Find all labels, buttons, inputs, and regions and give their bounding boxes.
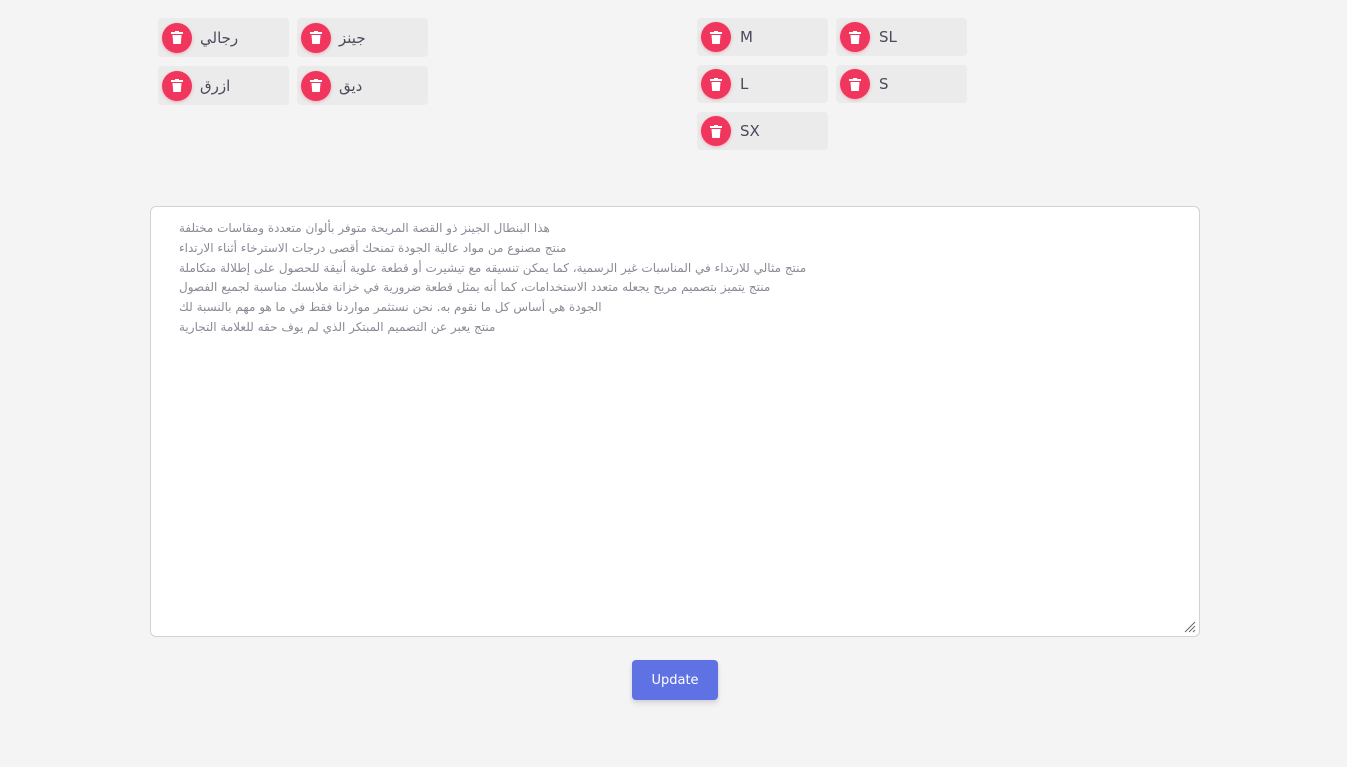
delete-tag-button[interactable] [162, 22, 192, 53]
tag-chip: ازرق [158, 66, 289, 105]
tag-label: L [740, 75, 749, 93]
product-edit-page: رجالي جينز ازرق ديق M SL L S SX هذا البن… [0, 0, 1347, 767]
tag-label: جينز [339, 28, 366, 47]
size-tags-grid: M SL L S SX [697, 18, 969, 150]
size-tags-group: M SL L S SX [697, 18, 969, 150]
tag-chip: S [836, 65, 967, 103]
tag-label: S [879, 75, 889, 93]
description-text[interactable]: هذا البنطال الجينز ذو القصة المريحة متوف… [179, 219, 1169, 338]
tag-chip: L [697, 65, 828, 103]
tag-chip: رجالي [158, 18, 289, 57]
resize-handle-icon[interactable] [1184, 621, 1196, 633]
delete-tag-button[interactable] [701, 69, 731, 99]
tag-label: SL [879, 28, 897, 46]
category-tags-grid: رجالي جينز ازرق ديق [158, 18, 430, 105]
delete-tag-button[interactable] [701, 116, 731, 146]
delete-tag-button[interactable] [840, 22, 870, 52]
tag-chip: جينز [297, 18, 428, 57]
update-button[interactable]: Update [632, 660, 718, 700]
tag-chip: SX [697, 112, 828, 150]
trash-icon [849, 30, 861, 44]
trash-icon [171, 31, 183, 44]
tag-label: M [740, 28, 753, 46]
trash-icon [171, 79, 183, 92]
delete-tag-button[interactable] [840, 69, 870, 99]
tag-label: رجالي [200, 28, 239, 47]
delete-tag-button[interactable] [301, 22, 331, 53]
delete-tag-button[interactable] [162, 70, 192, 101]
description-textarea[interactable]: هذا البنطال الجينز ذو القصة المريحة متوف… [150, 206, 1200, 637]
tag-chip: SL [836, 18, 967, 56]
tag-label: SX [740, 122, 760, 140]
trash-icon [710, 77, 722, 91]
trash-icon [849, 77, 861, 91]
category-tags-group: رجالي جينز ازرق ديق [158, 18, 430, 105]
trash-icon [710, 124, 722, 138]
trash-icon [310, 79, 322, 92]
trash-icon [710, 30, 722, 44]
tag-chip: ديق [297, 66, 428, 105]
delete-tag-button[interactable] [701, 22, 731, 52]
delete-tag-button[interactable] [301, 70, 331, 101]
tag-label: ديق [339, 76, 363, 95]
tag-label: ازرق [200, 76, 231, 95]
tag-chip: M [697, 18, 828, 56]
trash-icon [310, 31, 322, 44]
